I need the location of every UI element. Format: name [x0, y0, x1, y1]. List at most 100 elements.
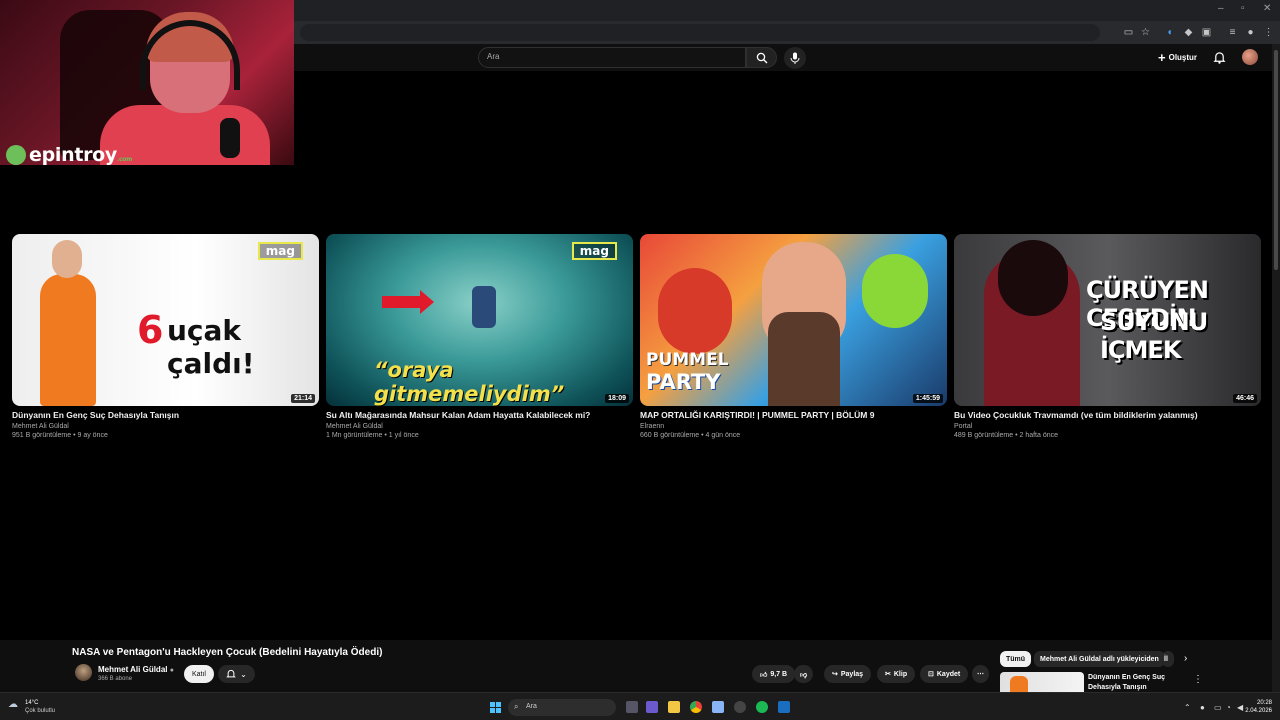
- more-horizontal-icon: ⋯: [977, 671, 984, 678]
- clock[interactable]: 20:28 2.04.2026: [1244, 699, 1272, 715]
- voice-search-button[interactable]: [784, 47, 806, 69]
- save-button[interactable]: ⊡ Kaydet: [920, 665, 969, 683]
- store-icon[interactable]: [712, 701, 724, 713]
- video-duration: 46:46: [1233, 394, 1257, 403]
- thumbnail-green-alien: [862, 254, 928, 328]
- create-button[interactable]: + Oluştur: [1158, 50, 1197, 65]
- video-channel[interactable]: Elraenn: [640, 423, 947, 430]
- extension-audio-icon[interactable]: ◖: [1163, 26, 1176, 39]
- weather-temperature: 14°C: [25, 700, 39, 706]
- share-button[interactable]: ↪ Paylaş: [824, 665, 872, 683]
- spotify-icon[interactable]: [756, 701, 768, 713]
- sponsor-logo-text: epintroy: [29, 144, 118, 165]
- tab-search-icon[interactable]: ≡: [1226, 26, 1239, 39]
- video-duration: 1:45:59: [912, 394, 943, 403]
- teams-icon[interactable]: [646, 701, 658, 713]
- like-count: 9,7 B: [770, 670, 788, 678]
- video-meta: 489 B görüntüleme • 2 hafta önce: [954, 432, 1059, 439]
- more-actions-button[interactable]: ⋯: [972, 665, 989, 683]
- microphone-tray-icon[interactable]: ●: [1200, 703, 1205, 712]
- bookmark-icon: ⊡: [928, 671, 934, 678]
- search-icon: [756, 52, 767, 63]
- weather-widget[interactable]: ☁ 14°C Çok bulutlu: [8, 699, 55, 715]
- thumbnail-arrow: [382, 296, 422, 308]
- video-channel[interactable]: Mehmet Ali Güldal: [12, 423, 319, 430]
- search-input[interactable]: Ara: [478, 47, 746, 68]
- profile-icon[interactable]: ●: [1244, 26, 1257, 39]
- thumbnail-caption-line2: SUYUNU İÇMEK: [1100, 308, 1208, 364]
- stream-microphone: [220, 118, 240, 158]
- minimize-icon[interactable]: –: [1218, 3, 1224, 14]
- browser-menu-icon[interactable]: ⋮: [1262, 26, 1275, 39]
- thumbnail-arrow-head: [420, 290, 434, 314]
- thumbnail-figure-hair: [998, 240, 1068, 316]
- video-title[interactable]: Dünyanın En Genç Suç Dehasıyla Tanışın: [12, 410, 319, 420]
- video-meta: 1 Mn görüntüleme • 1 yıl önce: [326, 432, 419, 439]
- address-field[interactable]: [300, 24, 1100, 41]
- steam-icon[interactable]: [778, 701, 790, 713]
- mag-badge: mag: [571, 242, 617, 260]
- taskbar-search[interactable]: ⌕ Ara: [508, 699, 616, 716]
- microphone-icon: [790, 52, 800, 64]
- chip-from-uploader[interactable]: Mehmet Ali Güldal adlı yükleyiciden: [1034, 651, 1165, 667]
- thumbs-up-icon: 👍︎: [760, 671, 768, 679]
- video-thumbnail[interactable]: mag “oraya gitmemeliydim” 18:09: [326, 234, 633, 406]
- channel-name[interactable]: Mehmet Ali Güldal ●: [98, 665, 174, 674]
- volume-icon[interactable]: ◀: [1237, 703, 1243, 712]
- file-explorer-icon[interactable]: [668, 701, 680, 713]
- join-button[interactable]: Katıl: [184, 665, 214, 683]
- network-icon[interactable]: ◔: [1226, 703, 1231, 712]
- scrollbar-thumb[interactable]: [1274, 50, 1278, 270]
- display-tray-icon[interactable]: ▭: [1214, 703, 1222, 712]
- up-next-thumbnail[interactable]: [1000, 672, 1084, 692]
- video-channel[interactable]: Portal: [954, 423, 1261, 430]
- video-thumbnail[interactable]: mag 6 uçak çaldı! 21:14: [12, 234, 319, 406]
- verified-icon: ●: [169, 667, 174, 674]
- video-card[interactable]: mag “oraya gitmemeliydim” 18:09 Su Altı …: [326, 234, 633, 439]
- thumbnail-number: 6: [137, 308, 164, 352]
- app-icon[interactable]: [734, 701, 746, 713]
- dislike-button[interactable]: 👎︎: [794, 665, 814, 683]
- notifications-bell-icon[interactable]: [1213, 51, 1226, 64]
- video-title[interactable]: Bu Video Çocukluk Travmamdı (ve tüm bild…: [954, 410, 1261, 420]
- subscription-bell-button[interactable]: ⌄: [218, 665, 255, 683]
- clip-button[interactable]: ✂ Klip: [877, 665, 916, 683]
- create-label: Oluştur: [1168, 53, 1198, 62]
- thumbnail-host-beard: [768, 312, 840, 406]
- extensions-puzzle-icon[interactable]: ▣: [1200, 26, 1213, 39]
- account-avatar[interactable]: [1242, 49, 1258, 65]
- video-thumbnail[interactable]: PUMMEL PARTY 1:45:59: [640, 234, 947, 406]
- thumbnail-diver: [472, 286, 496, 328]
- channel-avatar[interactable]: [75, 664, 92, 681]
- up-next-title[interactable]: Dünyanın En Genç Suç Dehasıyla Tanışın: [1088, 673, 1168, 693]
- chip-all[interactable]: Tümü: [1000, 651, 1032, 667]
- tray-chevron-up-icon[interactable]: ⌃: [1184, 703, 1191, 712]
- video-card[interactable]: ÇÜRÜYEN CESEDİN SUYUNU İÇMEK 46:46 Bu Vi…: [954, 234, 1261, 439]
- close-icon[interactable]: ✕: [1263, 3, 1271, 14]
- chevron-down-icon: ⌄: [240, 669, 247, 679]
- extension-diamond-icon[interactable]: ◆: [1182, 26, 1195, 39]
- clock-date: 2.04.2026: [1245, 708, 1272, 714]
- video-title[interactable]: Su Altı Mağarasında Mahsur Kalan Adam Ha…: [326, 410, 633, 420]
- video-card[interactable]: PUMMEL PARTY 1:45:59 MAP ORTALIĞI KARIŞT…: [640, 234, 947, 439]
- bookmark-star-icon[interactable]: ☆: [1139, 26, 1152, 39]
- video-title[interactable]: MAP ORTALIĞI KARIŞTIRDI! | PUMMEL PARTY …: [640, 410, 947, 420]
- cast-icon[interactable]: ▭: [1122, 26, 1135, 39]
- search-button[interactable]: [746, 47, 777, 68]
- windows-start-icon[interactable]: [490, 702, 501, 713]
- watch-video-title: NASA ve Pentagon'u Hackleyen Çocuk (Bede…: [72, 647, 383, 658]
- like-button[interactable]: 👍︎ 9,7 B: [752, 665, 796, 683]
- plus-icon: +: [1158, 49, 1166, 65]
- task-view-icon[interactable]: [626, 701, 638, 713]
- up-next-more-icon[interactable]: ⋮: [1193, 674, 1203, 685]
- video-card[interactable]: mag 6 uçak çaldı! 21:14 Dünyanın En Genç…: [12, 234, 319, 439]
- video-thumbnail[interactable]: ÇÜRÜYEN CESEDİN SUYUNU İÇMEK 46:46: [954, 234, 1261, 406]
- video-channel[interactable]: Mehmet Ali Güldal: [326, 423, 633, 430]
- chip-more[interactable]: İl: [1162, 651, 1174, 667]
- chrome-icon[interactable]: [690, 701, 702, 713]
- chips-next-chevron-icon[interactable]: ›: [1184, 653, 1187, 664]
- taskbar-search-icon: ⌕: [514, 702, 519, 711]
- maximize-icon[interactable]: ▫: [1241, 3, 1245, 14]
- video-meta: 951 B görüntüleme • 9 ay önce: [12, 432, 108, 439]
- save-label: Kaydet: [936, 670, 961, 678]
